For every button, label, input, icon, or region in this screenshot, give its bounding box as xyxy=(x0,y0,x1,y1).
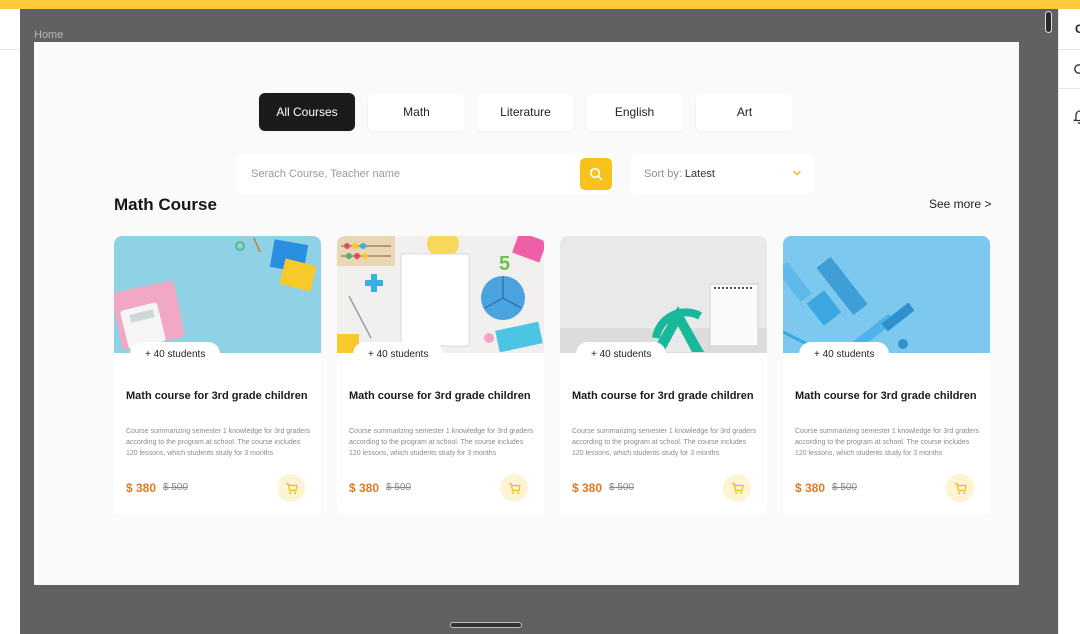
course-description: Course summarizing semester 1 knowledge … xyxy=(795,428,980,457)
course-image xyxy=(783,236,990,353)
search-icon xyxy=(589,167,603,181)
course-card[interactable]: 5 + 40 students Math course for 3rd grad… xyxy=(337,236,544,516)
breadcrumb[interactable]: Home xyxy=(34,29,63,41)
course-image xyxy=(560,236,767,353)
course-description: Course summarizing semester 1 knowledge … xyxy=(572,428,757,457)
section-title: Math Course xyxy=(114,195,217,214)
course-title[interactable]: Math course for 3rd grade children xyxy=(126,388,311,404)
add-to-cart-button[interactable] xyxy=(277,474,305,502)
course-title[interactable]: Math course for 3rd grade children xyxy=(795,388,980,404)
course-description: Course summarizing semester 1 knowledge … xyxy=(126,428,311,457)
tab-literature[interactable]: Literature xyxy=(477,93,574,131)
sort-dropdown[interactable]: Sort by: Latest xyxy=(630,153,814,195)
tab-label: All Courses xyxy=(276,105,338,119)
course-card[interactable]: + 40 students Math course for 3rd grade … xyxy=(114,236,321,516)
cart-icon xyxy=(954,482,967,494)
course-description: Course summarizing semester 1 knowledge … xyxy=(349,428,534,457)
right-side-panel: C xyxy=(1058,9,1080,634)
course-price: $ 380 xyxy=(795,481,826,495)
tab-all-courses[interactable]: All Courses xyxy=(259,93,355,131)
course-image: 5 xyxy=(337,236,544,353)
search-bar xyxy=(237,153,613,195)
course-old-price: $ 500 xyxy=(386,482,412,493)
course-price: $ 380 xyxy=(126,481,157,495)
see-more-link[interactable]: See more > xyxy=(929,197,991,211)
search-icon[interactable] xyxy=(1073,63,1080,77)
students-badge: + 40 students xyxy=(353,342,444,366)
students-badge: + 40 students xyxy=(130,342,221,366)
course-title[interactable]: Math course for 3rd grade children xyxy=(572,388,757,404)
students-badge: + 40 students xyxy=(799,342,890,366)
course-old-price: $ 500 xyxy=(832,482,858,493)
search-button[interactable] xyxy=(580,158,612,190)
course-old-price: $ 500 xyxy=(163,482,189,493)
course-card[interactable]: + 40 students Math course for 3rd grade … xyxy=(560,236,767,516)
course-title[interactable]: Math course for 3rd grade children xyxy=(349,388,534,404)
course-card[interactable]: + 40 students Math course for 3rd grade … xyxy=(783,236,990,516)
divider xyxy=(1059,88,1080,89)
tab-label: English xyxy=(614,105,655,119)
course-image-graphic: 5 xyxy=(337,236,544,353)
course-image-graphic xyxy=(560,236,767,353)
tab-art[interactable]: Art xyxy=(696,93,793,131)
add-to-cart-button[interactable] xyxy=(500,474,528,502)
course-price: $ 380 xyxy=(349,481,380,495)
divider xyxy=(1059,49,1080,50)
course-old-price: $ 500 xyxy=(609,482,635,493)
search-input[interactable] xyxy=(237,153,567,195)
tab-label: Art xyxy=(736,105,753,119)
course-page: All Courses Math Literature English Art … xyxy=(34,42,1019,585)
top-accent-bar xyxy=(0,0,1080,9)
add-to-cart-button[interactable] xyxy=(946,474,974,502)
sort-label: Sort by: xyxy=(644,168,682,180)
students-badge: + 40 students xyxy=(576,342,667,366)
cart-icon xyxy=(731,482,744,494)
right-panel-label: C xyxy=(1075,22,1080,36)
svg-text:5: 5 xyxy=(499,253,510,275)
cart-icon xyxy=(508,482,521,494)
tab-math[interactable]: Math xyxy=(368,93,465,131)
tab-english[interactable]: English xyxy=(586,93,683,131)
course-image-graphic xyxy=(114,236,321,353)
scrollbar[interactable] xyxy=(1045,11,1052,33)
sort-value: Latest xyxy=(684,168,715,180)
add-to-cart-button[interactable] xyxy=(723,474,751,502)
tab-label: Literature xyxy=(500,105,551,119)
home-indicator[interactable] xyxy=(450,622,522,628)
cart-icon xyxy=(285,482,298,494)
bell-icon[interactable] xyxy=(1073,108,1080,124)
divider xyxy=(0,49,20,50)
course-image xyxy=(114,236,321,353)
left-edge-panel xyxy=(0,9,20,634)
chevron-down-icon xyxy=(793,170,801,176)
course-price: $ 380 xyxy=(572,481,603,495)
tab-label: Math xyxy=(403,105,430,119)
course-image-graphic xyxy=(783,236,990,353)
